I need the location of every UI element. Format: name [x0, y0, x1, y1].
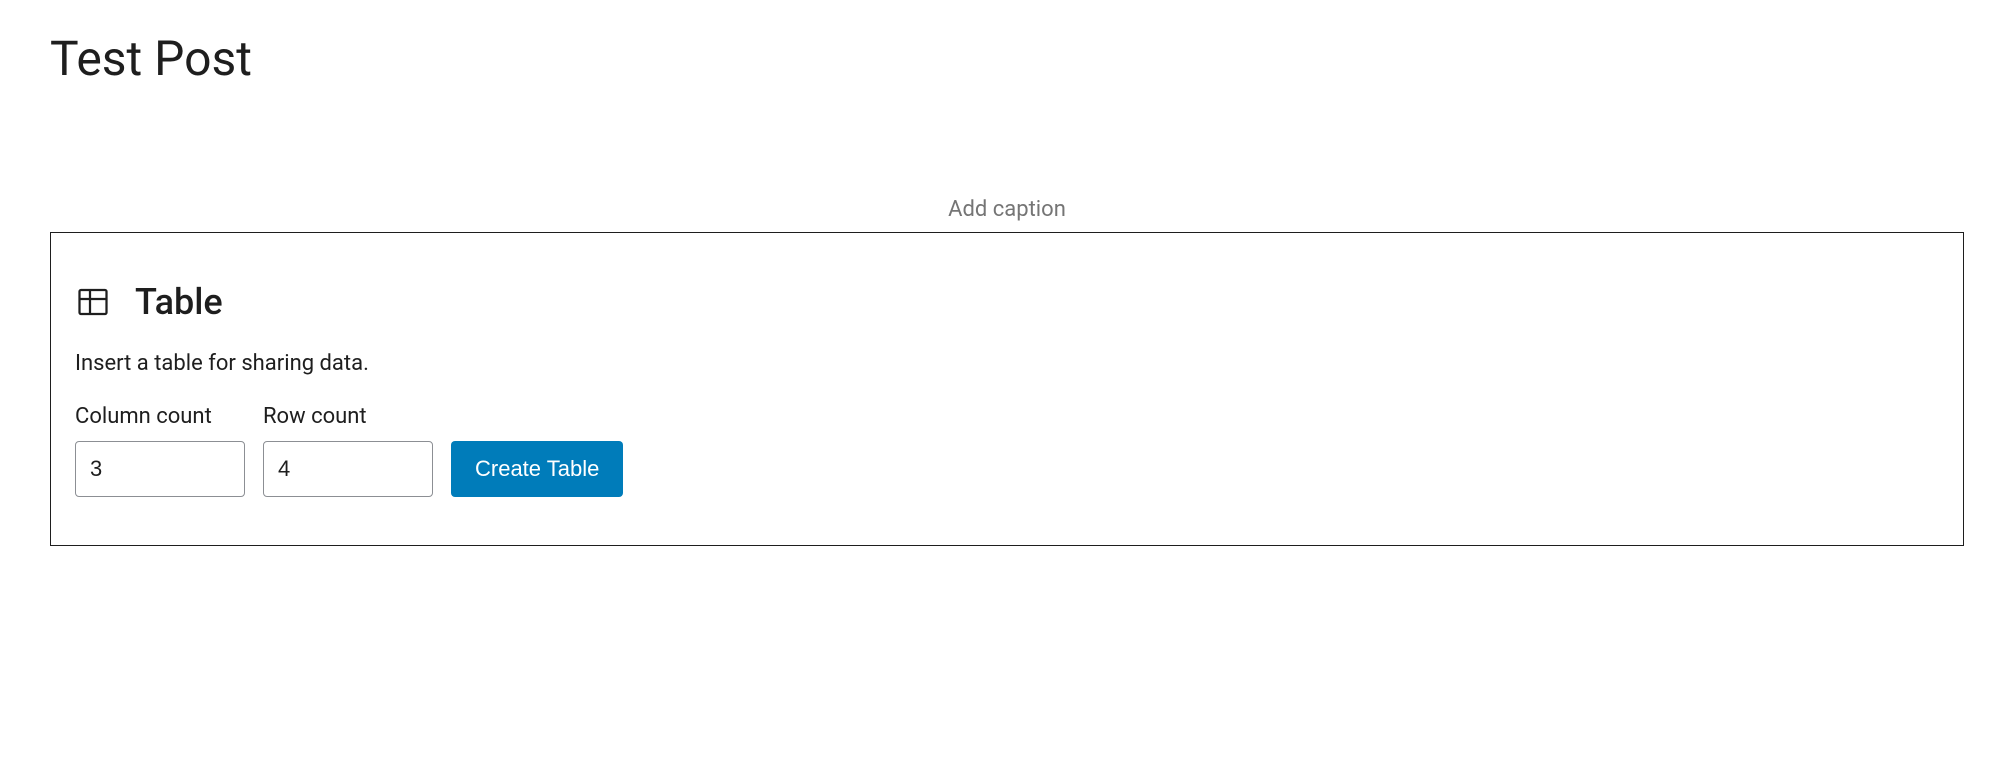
- row-count-input[interactable]: [263, 441, 433, 497]
- row-count-label: Row count: [263, 404, 433, 429]
- block-description: Insert a table for sharing data.: [75, 351, 1939, 376]
- caption-placeholder[interactable]: Add caption: [50, 197, 1964, 222]
- column-count-input[interactable]: [75, 441, 245, 497]
- block-header: Table: [75, 281, 1939, 323]
- table-block-placeholder: Table Insert a table for sharing data. C…: [50, 232, 1964, 546]
- row-count-field: Row count: [263, 404, 433, 497]
- post-title[interactable]: Test Post: [50, 30, 1964, 87]
- column-count-label: Column count: [75, 404, 245, 429]
- table-icon: [75, 284, 111, 320]
- block-title: Table: [135, 281, 223, 323]
- table-form-row: Column count Row count Create Table: [75, 404, 1939, 497]
- create-table-button[interactable]: Create Table: [451, 441, 623, 497]
- column-count-field: Column count: [75, 404, 245, 497]
